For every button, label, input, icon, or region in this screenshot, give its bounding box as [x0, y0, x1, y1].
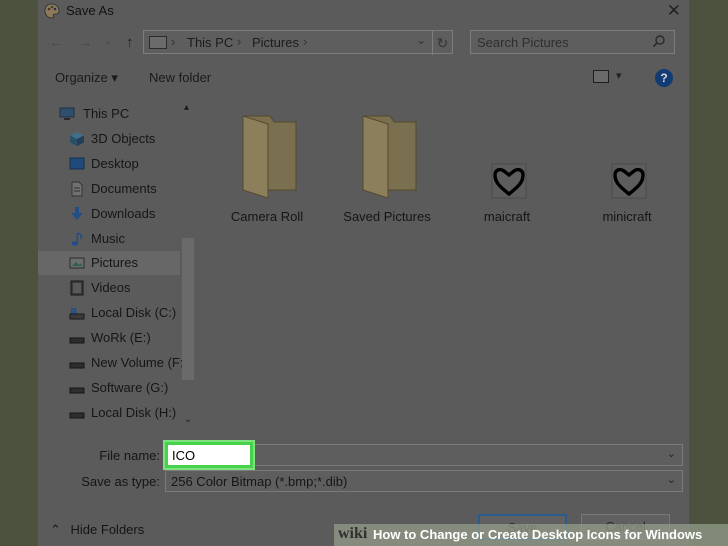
save-as-dialog: Save As ✕ ← → ⌄ ↑ › This PC › Pictures ›… — [38, 0, 689, 546]
search-box[interactable]: Search Pictures — [470, 30, 675, 54]
drive-icon — [69, 362, 85, 369]
music-icon — [71, 232, 83, 246]
sidebar-item-label: 3D Objects — [91, 131, 156, 146]
sidebar-item-local-disk-c[interactable]: Local Disk (C:) — [38, 301, 180, 325]
sidebar-item-this-pc[interactable]: This PC — [38, 102, 180, 126]
sidebar-item-label: WoRk (E:) — [91, 330, 151, 345]
pc-location-icon — [149, 36, 167, 49]
back-button[interactable]: ← — [49, 34, 64, 51]
address-bar[interactable]: › This PC › Pictures › ⌄ ↻ — [143, 30, 453, 55]
sidebar-item-label: Downloads — [91, 206, 156, 221]
file-label: Saved Pictures — [343, 209, 431, 224]
heart-outline-icon — [491, 163, 527, 199]
download-icon — [71, 207, 83, 220]
document-icon — [71, 181, 83, 197]
sidebar-item-label: Local Disk (C:) — [91, 305, 177, 320]
scroll-up-button[interactable]: ▴ — [184, 102, 189, 113]
sidebar-item-desktop[interactable]: Desktop — [38, 152, 180, 176]
save-type-label: Save as type: — [81, 474, 160, 489]
video-icon — [70, 280, 84, 296]
file-list: Camera Roll Saved Pictures maicraft mini… — [206, 100, 689, 430]
organize-button[interactable]: Organize ▾ — [55, 70, 118, 86]
window-title: Save As — [66, 3, 114, 18]
sidebar-item-downloads[interactable]: Downloads — [38, 202, 180, 226]
breadcrumb-this-pc[interactable]: This PC — [187, 35, 233, 50]
computer-icon — [59, 107, 75, 120]
os-drive-icon — [69, 308, 85, 320]
desktop-icon — [69, 157, 85, 170]
cube-icon — [70, 132, 84, 146]
file-item-minicraft[interactable]: minicraft — [572, 106, 682, 230]
sidebar-scroll-thumb[interactable] — [182, 238, 194, 380]
sidebar-item-label: Music — [91, 231, 125, 246]
folder-icon — [242, 115, 297, 199]
folder-icon — [362, 115, 417, 199]
sidebar-item-label: This PC — [83, 106, 130, 121]
title-bar: Save As ✕ — [38, 0, 689, 24]
sidebar-item-label: Desktop — [91, 156, 139, 171]
sidebar-item-label: New Volume (F:) — [91, 355, 188, 370]
sidebar-item-label: Local Disk (H:) — [91, 405, 177, 420]
sidebar-item-label: Software (G:) — [91, 380, 169, 395]
help-button[interactable]: ? — [655, 69, 673, 87]
file-name-field[interactable] — [163, 440, 255, 470]
sidebar-item-documents[interactable]: Documents — [38, 177, 180, 201]
search-icon — [652, 35, 665, 48]
drive-icon — [69, 387, 85, 394]
forward-button[interactable]: → — [78, 34, 93, 51]
sidebar-item-local-disk-h[interactable]: Local Disk (H:) — [38, 401, 180, 425]
breadcrumb-separator: › — [237, 34, 242, 49]
chevron-down-icon[interactable]: ⌄ — [667, 447, 676, 460]
navigation-pane: This PC 3D Objects Desktop Documents Dow… — [38, 100, 198, 430]
file-item-maicraft[interactable]: maicraft — [452, 106, 562, 230]
chevron-down-icon[interactable]: ⌄ — [667, 473, 676, 486]
new-folder-button[interactable]: New folder — [149, 70, 211, 85]
sidebar-item-pictures[interactable]: Pictures — [38, 251, 180, 275]
sidebar-item-label: Videos — [91, 280, 131, 295]
search-input[interactable]: Search Pictures — [477, 35, 569, 50]
hide-folders-button[interactable]: ⌃ Hide Folders — [50, 522, 144, 538]
wikihow-watermark: wiki How to Change or Create Desktop Ico… — [334, 524, 728, 546]
chevron-up-icon: ⌃ — [50, 522, 61, 537]
address-dropdown-button[interactable]: ⌄ — [416, 33, 426, 47]
save-type-select[interactable]: 256 Color Bitmap (*.bmp;*.dib) ⌄ — [165, 470, 683, 492]
navigation-bar: ← → ⌄ ↑ › This PC › Pictures › ⌄ ↻ Searc… — [38, 30, 689, 56]
sidebar-item-software-g[interactable]: Software (G:) — [38, 376, 180, 400]
sidebar-item-3d-objects[interactable]: 3D Objects — [38, 127, 180, 151]
breadcrumb-separator: › — [303, 34, 308, 49]
pictures-icon — [69, 257, 85, 269]
breadcrumb-pictures[interactable]: Pictures — [252, 35, 299, 50]
watermark-brand: wiki — [338, 525, 368, 542]
scroll-down-button[interactable]: ⌄ — [184, 414, 192, 425]
save-type-value: 256 Color Bitmap (*.bmp;*.dib) — [171, 474, 348, 489]
sidebar-item-work-e[interactable]: WoRk (E:) — [38, 326, 180, 350]
organize-label: Organize — [55, 70, 108, 85]
sidebar-item-label: Documents — [91, 181, 157, 196]
sidebar-item-videos[interactable]: Videos — [38, 276, 180, 300]
file-name-label: File name: — [99, 448, 160, 463]
paint-app-icon — [44, 3, 60, 19]
drive-icon — [69, 412, 85, 419]
sidebar-item-label: Pictures — [91, 255, 138, 270]
file-item-camera-roll[interactable]: Camera Roll — [212, 106, 322, 230]
watermark-title: How to Change or Create Desktop Icons fo… — [373, 527, 703, 542]
sidebar-item-new-volume-f[interactable]: New Volume (F:) — [38, 351, 188, 375]
change-view-icon[interactable] — [593, 70, 609, 83]
chevron-down-icon: ▾ — [111, 70, 118, 85]
file-label: minicraft — [602, 209, 652, 224]
file-label: maicraft — [483, 209, 531, 224]
drive-icon — [69, 337, 85, 344]
close-button[interactable]: ✕ — [667, 1, 681, 21]
recent-locations-button[interactable]: ⌄ — [104, 36, 112, 47]
breadcrumb-separator: › — [171, 34, 176, 49]
file-item-saved-pictures[interactable]: Saved Pictures — [332, 106, 442, 230]
view-options-button[interactable]: ▾ — [616, 69, 622, 82]
hide-folders-label: Hide Folders — [70, 522, 145, 537]
command-bar: Organize ▾ New folder ▾ ? — [38, 64, 689, 92]
sidebar-item-music[interactable]: Music — [38, 227, 180, 251]
heart-outline-icon — [611, 163, 647, 199]
refresh-button[interactable]: ↻ — [432, 31, 452, 55]
file-label: Camera Roll — [230, 209, 304, 224]
up-button[interactable]: ↑ — [126, 34, 134, 51]
